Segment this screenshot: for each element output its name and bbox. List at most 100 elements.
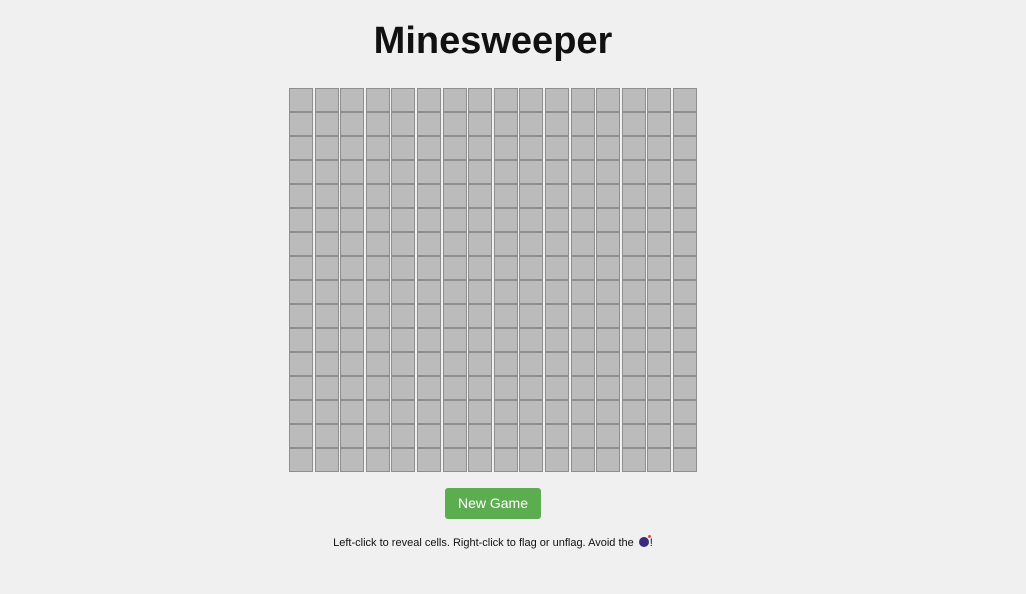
board-cell[interactable] — [493, 184, 518, 208]
board-cell[interactable] — [442, 400, 467, 424]
board-cell[interactable] — [672, 304, 697, 328]
board-cell[interactable] — [621, 400, 646, 424]
board-cell[interactable] — [340, 184, 365, 208]
board-cell[interactable] — [289, 232, 313, 256]
board-cell[interactable] — [391, 88, 416, 112]
board-cell[interactable] — [596, 280, 621, 304]
board-cell[interactable] — [544, 328, 569, 352]
board-cell[interactable] — [391, 280, 416, 304]
board-cell[interactable] — [468, 256, 493, 280]
board-cell[interactable] — [570, 112, 595, 136]
board-cell[interactable] — [391, 328, 416, 352]
board-cell[interactable] — [544, 304, 569, 328]
board-cell[interactable] — [468, 376, 493, 400]
board-cell[interactable] — [416, 352, 441, 376]
board-cell[interactable] — [519, 448, 544, 472]
board-cell[interactable] — [672, 328, 697, 352]
board-cell[interactable] — [416, 328, 441, 352]
board-cell[interactable] — [596, 184, 621, 208]
board-cell[interactable] — [672, 112, 697, 136]
board-cell[interactable] — [493, 112, 518, 136]
board-cell[interactable] — [647, 424, 672, 448]
board-cell[interactable] — [493, 160, 518, 184]
board-cell[interactable] — [544, 256, 569, 280]
board-cell[interactable] — [442, 424, 467, 448]
board-cell[interactable] — [340, 328, 365, 352]
board-cell[interactable] — [519, 424, 544, 448]
board-cell[interactable] — [365, 400, 390, 424]
board-cell[interactable] — [365, 160, 390, 184]
board-cell[interactable] — [289, 448, 313, 472]
board-cell[interactable] — [570, 400, 595, 424]
board-cell[interactable] — [621, 256, 646, 280]
board-cell[interactable] — [596, 88, 621, 112]
board-cell[interactable] — [416, 280, 441, 304]
board-cell[interactable] — [647, 160, 672, 184]
board-cell[interactable] — [391, 136, 416, 160]
board-cell[interactable] — [416, 400, 441, 424]
board-cell[interactable] — [672, 136, 697, 160]
board-cell[interactable] — [493, 424, 518, 448]
board-cell[interactable] — [544, 424, 569, 448]
board-cell[interactable] — [519, 184, 544, 208]
board-cell[interactable] — [519, 328, 544, 352]
new-game-button[interactable]: New Game — [445, 488, 541, 519]
board-cell[interactable] — [544, 136, 569, 160]
board-cell[interactable] — [672, 448, 697, 472]
board-cell[interactable] — [289, 424, 313, 448]
board-cell[interactable] — [544, 400, 569, 424]
board-cell[interactable] — [365, 112, 390, 136]
board-cell[interactable] — [391, 304, 416, 328]
board-cell[interactable] — [416, 184, 441, 208]
board-cell[interactable] — [442, 448, 467, 472]
board-cell[interactable] — [672, 280, 697, 304]
board-cell[interactable] — [468, 400, 493, 424]
board-cell[interactable] — [442, 88, 467, 112]
board-cell[interactable] — [468, 136, 493, 160]
board-cell[interactable] — [621, 328, 646, 352]
board-cell[interactable] — [519, 208, 544, 232]
board-cell[interactable] — [596, 328, 621, 352]
board-cell[interactable] — [544, 376, 569, 400]
board-cell[interactable] — [340, 112, 365, 136]
board-cell[interactable] — [493, 232, 518, 256]
board-cell[interactable] — [570, 280, 595, 304]
board-cell[interactable] — [621, 448, 646, 472]
board-cell[interactable] — [314, 184, 339, 208]
board-cell[interactable] — [621, 112, 646, 136]
board-cell[interactable] — [647, 256, 672, 280]
board-cell[interactable] — [289, 136, 313, 160]
board-cell[interactable] — [596, 424, 621, 448]
board-cell[interactable] — [365, 448, 390, 472]
board-cell[interactable] — [340, 160, 365, 184]
board-cell[interactable] — [493, 280, 518, 304]
board-cell[interactable] — [468, 208, 493, 232]
board-cell[interactable] — [596, 448, 621, 472]
board-cell[interactable] — [621, 280, 646, 304]
board-cell[interactable] — [596, 400, 621, 424]
board-cell[interactable] — [621, 352, 646, 376]
board-cell[interactable] — [672, 376, 697, 400]
board-cell[interactable] — [365, 184, 390, 208]
board-cell[interactable] — [621, 88, 646, 112]
board-cell[interactable] — [596, 136, 621, 160]
board-cell[interactable] — [340, 376, 365, 400]
board-cell[interactable] — [340, 256, 365, 280]
board-cell[interactable] — [416, 208, 441, 232]
board-cell[interactable] — [289, 184, 313, 208]
board-cell[interactable] — [596, 208, 621, 232]
board-cell[interactable] — [621, 208, 646, 232]
board-cell[interactable] — [442, 184, 467, 208]
board-cell[interactable] — [442, 328, 467, 352]
board-cell[interactable] — [468, 280, 493, 304]
board-cell[interactable] — [570, 304, 595, 328]
board-cell[interactable] — [544, 88, 569, 112]
board-cell[interactable] — [647, 352, 672, 376]
board-cell[interactable] — [340, 352, 365, 376]
board-cell[interactable] — [289, 376, 313, 400]
board-cell[interactable] — [596, 352, 621, 376]
board-cell[interactable] — [672, 232, 697, 256]
board-cell[interactable] — [672, 88, 697, 112]
board-cell[interactable] — [468, 232, 493, 256]
board-cell[interactable] — [416, 448, 441, 472]
